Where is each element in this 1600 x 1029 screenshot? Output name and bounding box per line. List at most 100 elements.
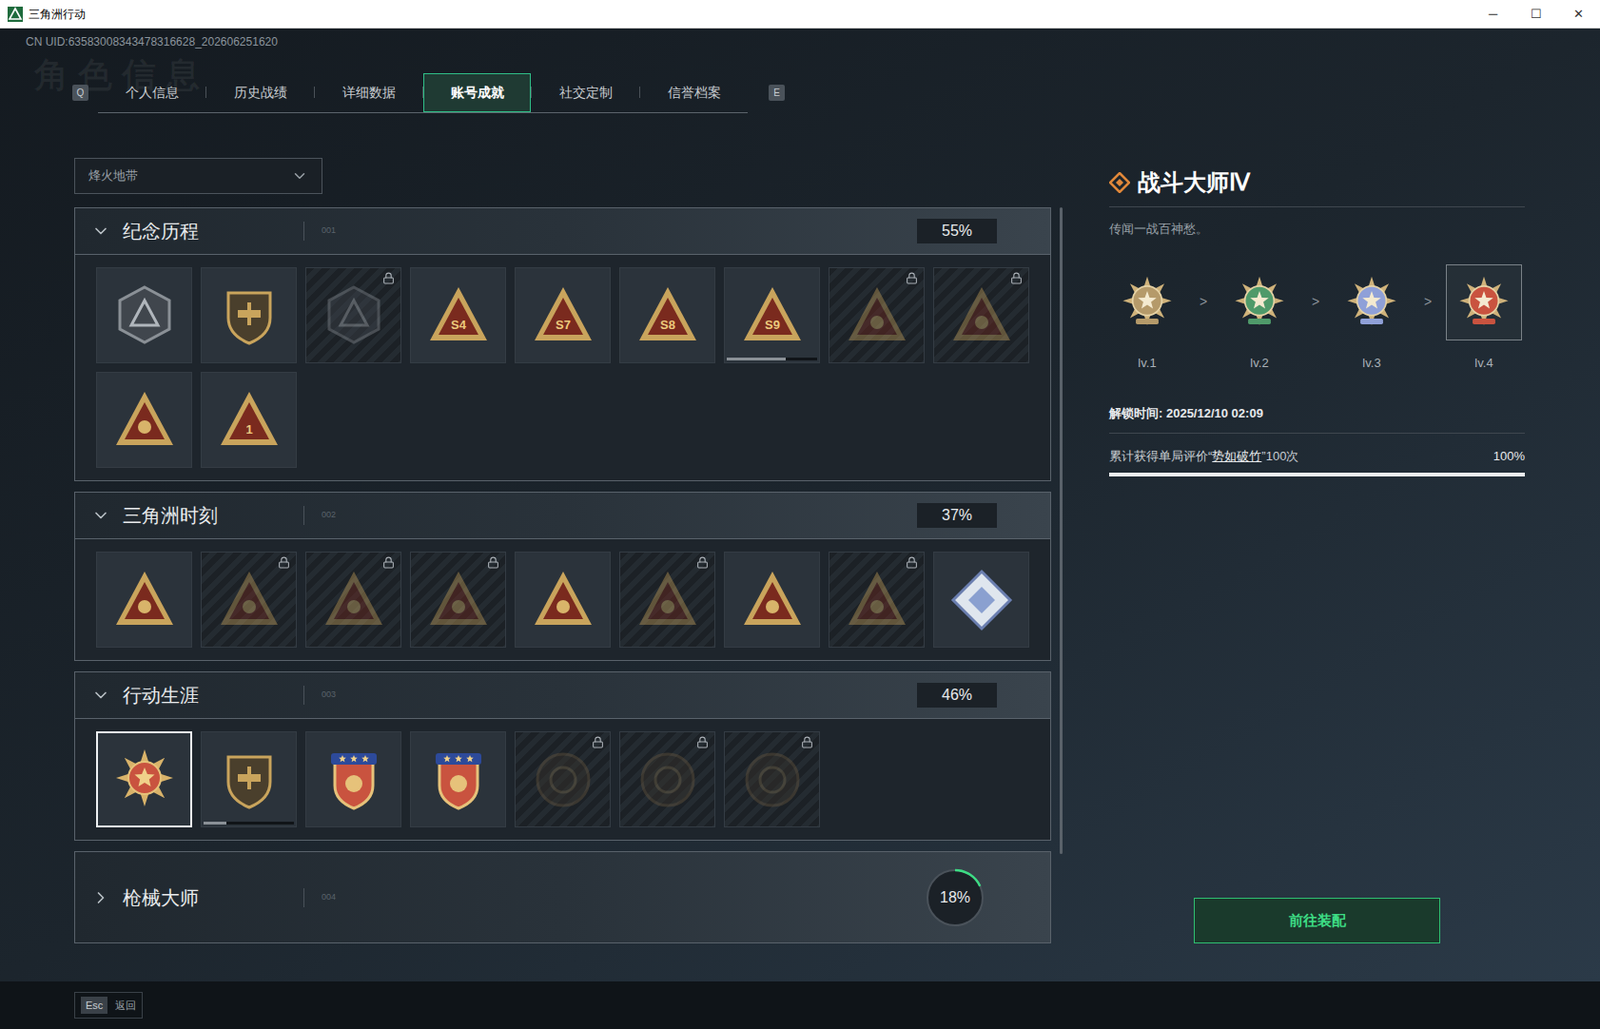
- prev-tab-key[interactable]: Q: [72, 84, 89, 101]
- badge-grid: S4 S7 S8 S9 1: [74, 254, 1052, 482]
- round-badge-icon: [740, 747, 805, 813]
- uid-label: CN UID:63583008343478316628_202606251620: [0, 28, 1600, 49]
- lock-icon: [382, 272, 395, 285]
- requirement-progress: [1109, 472, 1525, 477]
- triangle-badge-icon: [321, 567, 387, 633]
- window-control[interactable]: ✕: [1557, 0, 1600, 29]
- badge-tile[interactable]: [409, 551, 507, 648]
- level-medal-icon: [1231, 274, 1288, 331]
- triangle-badge-icon: S4: [426, 283, 491, 349]
- badge-tile[interactable]: [514, 731, 611, 828]
- badge-grid: [74, 719, 1052, 841]
- badge-tile[interactable]: S9: [723, 267, 820, 364]
- badge-tile[interactable]: [96, 731, 193, 828]
- badge-tile[interactable]: [933, 267, 1030, 364]
- lock-icon: [1010, 272, 1023, 285]
- badge-tile[interactable]: S8: [619, 267, 716, 364]
- level-medal-icon: [1344, 274, 1400, 331]
- badge-tile[interactable]: [96, 371, 193, 469]
- badge-tile[interactable]: [723, 551, 820, 648]
- section-header[interactable]: 纪念历程00155%: [74, 207, 1052, 255]
- shield-badge-icon: [216, 283, 282, 349]
- badge-tile[interactable]: [933, 551, 1030, 648]
- requirement: 累计获得单局评价“势如破竹”100次100%: [1109, 447, 1525, 467]
- equip-button[interactable]: 前往装配: [1193, 897, 1441, 944]
- svg-text:S8: S8: [660, 317, 676, 332]
- lock-icon: [696, 736, 709, 749]
- triangle-badge-icon: S8: [635, 283, 701, 349]
- lock-icon: [905, 556, 918, 569]
- next-tab-key[interactable]: E: [768, 84, 785, 101]
- watermark: 角色信息: [34, 49, 210, 101]
- main-area: 角色信息CN UID:63583008343478316628_20260625…: [0, 28, 1600, 982]
- unlock-time: 解锁时间: 2025/12/10 02:09: [1109, 404, 1525, 434]
- tab[interactable]: 社交定制: [531, 73, 640, 113]
- triangle-badge-icon: 1: [216, 388, 282, 453]
- dropdown-chevron-icon: [291, 167, 309, 185]
- badge-tile[interactable]: [96, 551, 193, 648]
- badge-tile[interactable]: [723, 731, 820, 828]
- badge-tile[interactable]: [305, 267, 402, 364]
- app: 三角洲行动─☐✕角色信息CN UID:63583008343478316628_…: [0, 0, 1600, 1029]
- level-medal-icon: [1456, 274, 1512, 331]
- app-logo-icon: [7, 6, 23, 22]
- progress-ring: 18%: [923, 866, 987, 930]
- tab[interactable]: 详细数据: [314, 73, 423, 113]
- badge-progress: [203, 821, 294, 825]
- triangle-badge-icon: [426, 567, 491, 633]
- hex-badge-icon: [321, 283, 387, 349]
- round-badge-icon: [635, 747, 701, 813]
- chevron-icon: [91, 888, 111, 908]
- window-control[interactable]: ─: [1471, 0, 1515, 29]
- badge-tile[interactable]: [828, 551, 925, 648]
- tab[interactable]: 个人信息: [97, 73, 206, 113]
- crest-badge-icon: [321, 747, 387, 813]
- badge-tile[interactable]: [514, 551, 611, 648]
- svg-text:S9: S9: [764, 317, 781, 332]
- lock-icon: [277, 556, 291, 569]
- detail-title: 战斗大师Ⅳ: [1137, 165, 1250, 200]
- tab[interactable]: 历史战绩: [206, 73, 314, 113]
- badge-tile[interactable]: S4: [409, 267, 507, 364]
- detail-quote: 传闻一战百神愁。: [1109, 219, 1525, 239]
- badge-tile[interactable]: [619, 731, 716, 828]
- section-header[interactable]: 行动生涯00346%: [74, 671, 1052, 720]
- scrollbar[interactable]: [1059, 207, 1063, 855]
- level-row: lv.1>lv.2>lv.3>lv.4: [1109, 264, 1525, 373]
- level-medal-icon: [1119, 274, 1175, 331]
- tab[interactable]: 信誉档案: [640, 73, 748, 113]
- level-item[interactable]: lv.4: [1445, 264, 1522, 373]
- badge-tile[interactable]: [96, 267, 193, 364]
- lock-icon: [487, 556, 500, 569]
- chevron-icon: [91, 685, 111, 705]
- triangle-badge-icon: [844, 283, 910, 349]
- level-item[interactable]: lv.2: [1221, 264, 1298, 373]
- triangle-badge-icon: [112, 388, 177, 453]
- section-header[interactable]: 三角洲时刻00237%: [74, 491, 1052, 540]
- badge-tile[interactable]: [619, 551, 716, 648]
- badge-tile[interactable]: [305, 731, 402, 828]
- crest-badge-icon: [426, 747, 491, 813]
- title-bar: 三角洲行动─☐✕: [0, 0, 1600, 29]
- badge-tile[interactable]: 1: [200, 371, 297, 469]
- badge-tile[interactable]: [200, 551, 297, 648]
- level-item[interactable]: lv.3: [1333, 264, 1410, 373]
- section-header[interactable]: 枪械大师00418%: [74, 851, 1052, 944]
- badge-tile[interactable]: [409, 731, 507, 828]
- level-item[interactable]: lv.1: [1109, 264, 1186, 373]
- chevron-icon: [91, 506, 111, 526]
- badge-tile[interactable]: [200, 267, 297, 364]
- tab[interactable]: 账号成就: [423, 73, 531, 113]
- badge-tile[interactable]: [305, 551, 402, 648]
- achievement-section: 纪念历程00155% S4 S7 S8 S9 1: [74, 207, 1052, 482]
- chevron-icon: [91, 221, 111, 241]
- mode-dropdown[interactable]: 烽火地带: [74, 157, 323, 195]
- back-button[interactable]: Esc返回: [74, 992, 143, 1019]
- lock-icon: [382, 556, 395, 569]
- badge-tile[interactable]: S7: [514, 267, 611, 364]
- badge-tile[interactable]: [200, 731, 297, 828]
- percent-box: 37%: [917, 503, 997, 528]
- window-control[interactable]: ☐: [1514, 0, 1558, 29]
- badge-tile[interactable]: [828, 267, 925, 364]
- achievement-list: 烽火地带纪念历程00155% S4 S7 S8 S9 1 三角洲时刻00237% 行动生涯00…: [74, 157, 1052, 982]
